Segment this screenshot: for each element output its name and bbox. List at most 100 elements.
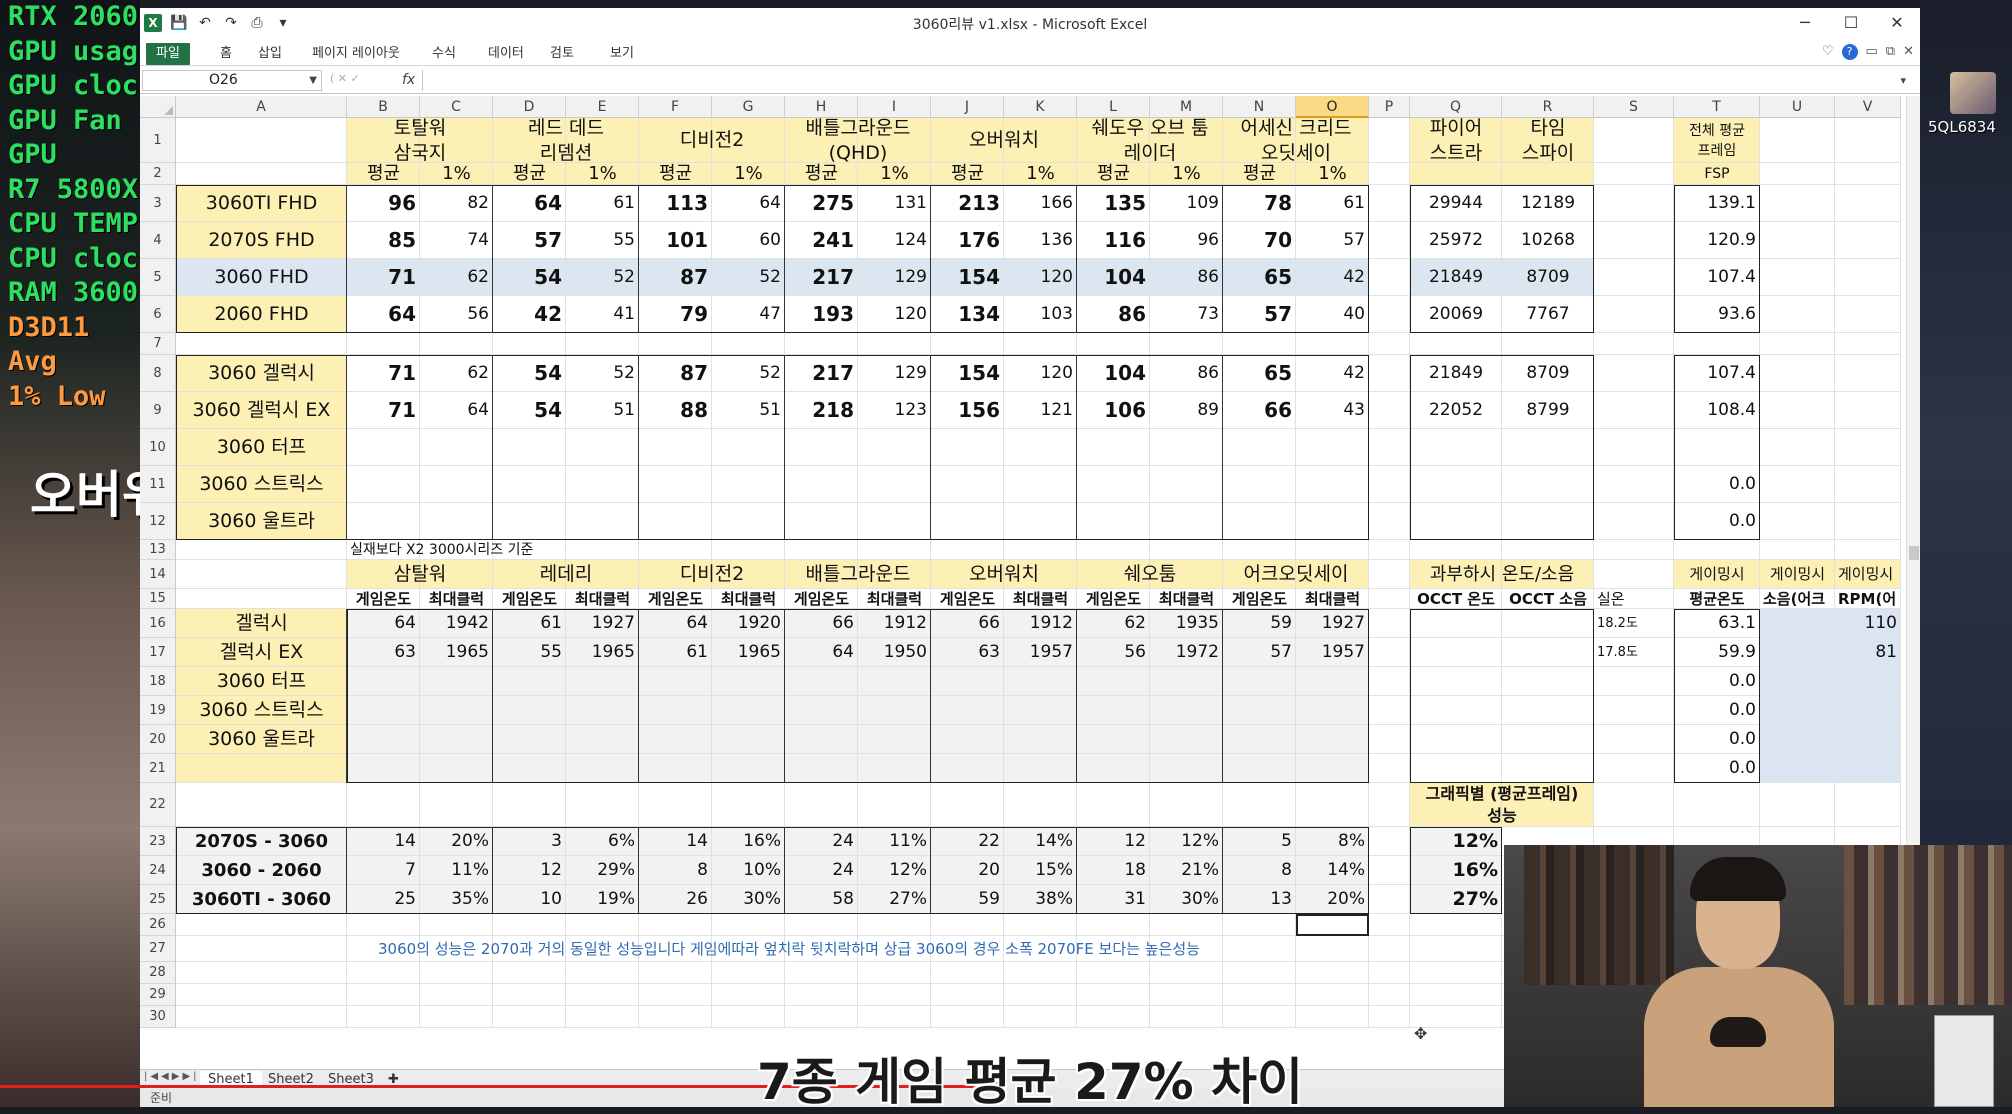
cell-l2[interactable]: 평균 — [1077, 163, 1150, 185]
cell-j17[interactable]: 63 — [931, 638, 1004, 667]
cell-t21[interactable]: 0.0 — [1674, 754, 1760, 783]
row-header-28[interactable]: 28 — [140, 962, 176, 984]
cell-o25[interactable]: 20% — [1296, 885, 1369, 914]
cell-e6[interactable]: 41 — [566, 296, 639, 333]
cell-c24[interactable]: 11% — [420, 856, 493, 885]
cell-e5[interactable]: 52 — [566, 259, 639, 296]
cell-j6[interactable]: 134 — [931, 296, 1004, 333]
cell-t4[interactable]: 120.9 — [1674, 222, 1760, 259]
column-header-f[interactable]: F — [639, 96, 712, 118]
cell-a5[interactable]: 3060 FHD — [176, 259, 347, 296]
cell-i3[interactable]: 131 — [858, 185, 931, 222]
cell-q14[interactable]: 과부하시 온도/소음 — [1410, 560, 1594, 589]
cell-g6[interactable]: 47 — [712, 296, 785, 333]
cell-k24[interactable]: 15% — [1004, 856, 1077, 885]
cell-j3[interactable]: 213 — [931, 185, 1004, 222]
cell-h23[interactable]: 24 — [785, 827, 858, 856]
cell-e16[interactable]: 1927 — [566, 609, 639, 638]
row-header-25[interactable]: 25 — [140, 885, 176, 914]
tab-formulas[interactable]: 수식 — [426, 43, 462, 65]
row-header-7[interactable]: 7 — [140, 333, 176, 355]
cell-e4[interactable]: 55 — [566, 222, 639, 259]
cell-b5[interactable]: 71 — [347, 259, 420, 296]
cell-e25[interactable]: 19% — [566, 885, 639, 914]
cell-e17[interactable]: 1965 — [566, 638, 639, 667]
cell-a23[interactable]: 2070S - 3060 — [176, 827, 347, 856]
cell-f17[interactable]: 61 — [639, 638, 712, 667]
cell-q23[interactable]: 12% — [1410, 827, 1502, 856]
cell-m25[interactable]: 30% — [1150, 885, 1223, 914]
cell-t11[interactable]: 0.0 — [1674, 466, 1760, 503]
close-button[interactable]: ✕ — [1874, 8, 1920, 38]
cell-a4[interactable]: 2070S FHD — [176, 222, 347, 259]
cell-n15[interactable]: 게임온도 — [1223, 589, 1296, 609]
cell-d25[interactable]: 10 — [493, 885, 566, 914]
cell-c25[interactable]: 35% — [420, 885, 493, 914]
cell-c15[interactable]: 최대클럭 — [420, 589, 493, 609]
cell-t14[interactable]: 게이밍시 — [1674, 560, 1760, 589]
cell-j25[interactable]: 59 — [931, 885, 1004, 914]
cell-h4[interactable]: 241 — [785, 222, 858, 259]
cell-d15[interactable]: 게임온도 — [493, 589, 566, 609]
row-header-10[interactable]: 10 — [140, 429, 176, 466]
cell-l3[interactable]: 135 — [1077, 185, 1150, 222]
cell-q15[interactable]: OCCT 온도 — [1410, 589, 1502, 609]
cell-d2[interactable]: 평균 — [493, 163, 566, 185]
cell-q1[interactable]: 파이어 스트라 — [1410, 118, 1502, 163]
cell-o17[interactable]: 1957 — [1296, 638, 1369, 667]
cell-j8[interactable]: 154 — [931, 355, 1004, 392]
cell-l25[interactable]: 31 — [1077, 885, 1150, 914]
cell-q9[interactable]: 22052 — [1410, 392, 1502, 429]
cell-i6[interactable]: 120 — [858, 296, 931, 333]
help-icon[interactable]: ? — [1841, 44, 1858, 60]
row-header-5[interactable]: 5 — [140, 259, 176, 296]
cell-g16[interactable]: 1920 — [712, 609, 785, 638]
cell-c6[interactable]: 56 — [420, 296, 493, 333]
cell-t6[interactable]: 93.6 — [1674, 296, 1760, 333]
cell-j15[interactable]: 게임온도 — [931, 589, 1004, 609]
cell-o15[interactable]: 최대클럭 — [1296, 589, 1369, 609]
cell-l17[interactable]: 56 — [1077, 638, 1150, 667]
cell-m17[interactable]: 1972 — [1150, 638, 1223, 667]
cell-h1[interactable]: 배틀그라운드 (QHD) — [785, 118, 931, 163]
cell-n2[interactable]: 평균 — [1223, 163, 1296, 185]
cell-o8[interactable]: 42 — [1296, 355, 1369, 392]
cell-r6[interactable]: 7767 — [1502, 296, 1594, 333]
tab-insert[interactable]: 삽입 — [252, 43, 288, 65]
row-header-2[interactable]: 2 — [140, 163, 176, 185]
cell-r15[interactable]: OCCT 소음 — [1502, 589, 1594, 609]
maximize-button[interactable]: ☐ — [1828, 8, 1874, 38]
cell-g3[interactable]: 64 — [712, 185, 785, 222]
cell-f8[interactable]: 87 — [639, 355, 712, 392]
cell-i8[interactable]: 129 — [858, 355, 931, 392]
tab-home[interactable]: 홈 — [214, 43, 238, 65]
cell-j14[interactable]: 오버워치 — [931, 560, 1077, 589]
cell-d1[interactable]: 레드 데드 리뎀션 — [493, 118, 639, 163]
cell-n3[interactable]: 78 — [1223, 185, 1296, 222]
cell-k16[interactable]: 1912 — [1004, 609, 1077, 638]
tab-view[interactable]: 보기 — [604, 43, 640, 65]
cell-d3[interactable]: 64 — [493, 185, 566, 222]
cell-o6[interactable]: 40 — [1296, 296, 1369, 333]
cell-k17[interactable]: 1957 — [1004, 638, 1077, 667]
cell-g4[interactable]: 60 — [712, 222, 785, 259]
chevron-down-icon[interactable]: ▼ — [309, 71, 317, 90]
cell-c8[interactable]: 62 — [420, 355, 493, 392]
row-header-16[interactable]: 16 — [140, 609, 176, 638]
cell-h3[interactable]: 275 — [785, 185, 858, 222]
cell-f1[interactable]: 디비전2 — [639, 118, 785, 163]
workbook-restore-icon[interactable]: ⧉ — [1886, 44, 1895, 60]
cell-m2[interactable]: 1% — [1150, 163, 1223, 185]
cell-r1[interactable]: 타임 스파이 — [1502, 118, 1594, 163]
cell-t3[interactable]: 139.1 — [1674, 185, 1760, 222]
row-header-26[interactable]: 26 — [140, 914, 176, 936]
cell-a3[interactable]: 3060TI FHD — [176, 185, 347, 222]
cell-d24[interactable]: 12 — [493, 856, 566, 885]
cell-i24[interactable]: 12% — [858, 856, 931, 885]
cell-b9[interactable]: 71 — [347, 392, 420, 429]
row-header-20[interactable]: 20 — [140, 725, 176, 754]
cell-i16[interactable]: 1912 — [858, 609, 931, 638]
row-header-21[interactable]: 21 — [140, 754, 176, 783]
cell-m6[interactable]: 73 — [1150, 296, 1223, 333]
cell-l4[interactable]: 116 — [1077, 222, 1150, 259]
